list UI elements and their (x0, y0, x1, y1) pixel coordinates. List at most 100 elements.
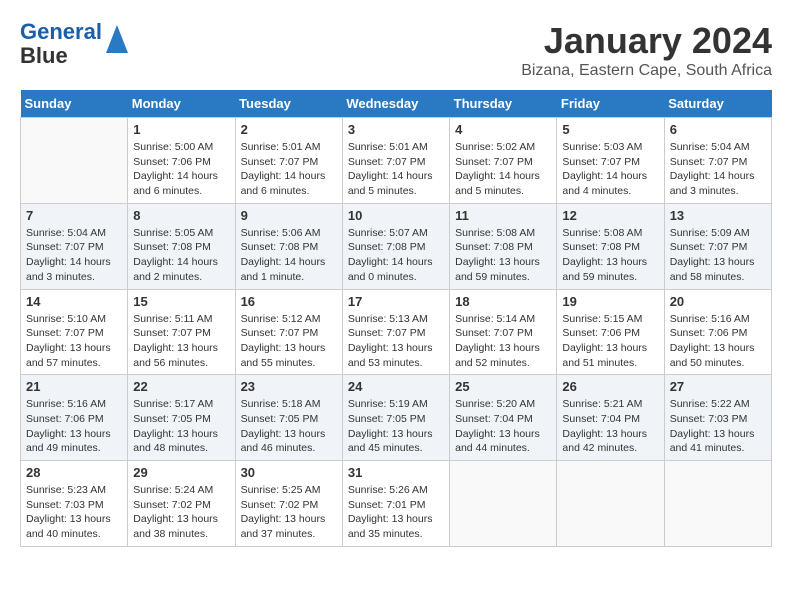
calendar-cell: 25 Sunrise: 5:20 AMSunset: 7:04 PMDayligh… (450, 375, 557, 461)
day-number: 4 (455, 122, 551, 137)
day-info: Sunrise: 5:01 AMSunset: 7:07 PMDaylight:… (348, 140, 444, 199)
calendar-cell: 3Sunrise: 5:01 AMSunset: 7:07 PMDaylight… (342, 118, 449, 204)
calendar-cell: 29 Sunrise: 5:24 AMSunset: 7:02 PMDayligh… (128, 461, 235, 547)
weekday-header-thursday: Thursday (450, 90, 557, 118)
calendar-cell: 26 Sunrise: 5:21 AMSunset: 7:04 PMDayligh… (557, 375, 664, 461)
calendar-cell: 20 Sunrise: 5:16 AMSunset: 7:06 PMDayligh… (664, 289, 771, 375)
day-info: Sunrise: 5:08 AMSunset: 7:08 PMDaylight:… (455, 226, 551, 285)
weekday-header-wednesday: Wednesday (342, 90, 449, 118)
calendar-cell: 4 Sunrise: 5:02 AMSunset: 7:07 PMDaylight… (450, 118, 557, 204)
calendar-table: SundayMondayTuesdayWednesdayThursdayFrid… (20, 90, 772, 547)
day-info: Sunrise: 5:23 AMSunset: 7:03 PMDaylight:… (26, 483, 122, 542)
weekday-header-monday: Monday (128, 90, 235, 118)
calendar-cell: 17Sunrise: 5:13 AMSunset: 7:07 PMDayligh… (342, 289, 449, 375)
day-number: 19 (562, 294, 658, 309)
day-info: Sunrise: 5:18 AMSunset: 7:05 PMDaylight:… (241, 397, 337, 456)
day-number: 13 (670, 208, 766, 223)
day-info: Sunrise: 5:12 AMSunset: 7:07 PMDaylight:… (241, 312, 337, 371)
day-number: 26 (562, 379, 658, 394)
day-number: 7 (26, 208, 122, 223)
calendar-cell: 15Sunrise: 5:11 AMSunset: 7:07 PMDayligh… (128, 289, 235, 375)
day-info: Sunrise: 5:01 AMSunset: 7:07 PMDaylight:… (241, 140, 337, 199)
day-number: 22 (133, 379, 229, 394)
calendar-cell: 16 Sunrise: 5:12 AMSunset: 7:07 PMDayligh… (235, 289, 342, 375)
week-row-2: 7 Sunrise: 5:04 AMSunset: 7:07 PMDaylight… (21, 203, 772, 289)
calendar-cell: 21Sunrise: 5:16 AMSunset: 7:06 PMDayligh… (21, 375, 128, 461)
day-number: 23 (241, 379, 337, 394)
title-area: January 2024 Bizana, Eastern Cape, South… (521, 20, 772, 80)
calendar-cell: 22 Sunrise: 5:17 AMSunset: 7:05 PMDayligh… (128, 375, 235, 461)
week-row-1: 1Sunrise: 5:00 AMSunset: 7:06 PMDaylight… (21, 118, 772, 204)
calendar-cell: 28Sunrise: 5:23 AMSunset: 7:03 PMDayligh… (21, 461, 128, 547)
day-info: Sunrise: 5:15 AMSunset: 7:06 PMDaylight:… (562, 312, 658, 371)
day-info: Sunrise: 5:22 AMSunset: 7:03 PMDaylight:… (670, 397, 766, 456)
day-number: 14 (26, 294, 122, 309)
calendar-cell: 5 Sunrise: 5:03 AMSunset: 7:07 PMDaylight… (557, 118, 664, 204)
day-number: 10 (348, 208, 444, 223)
day-info: Sunrise: 5:19 AMSunset: 7:05 PMDaylight:… (348, 397, 444, 456)
day-number: 27 (670, 379, 766, 394)
calendar-cell: 6 Sunrise: 5:04 AMSunset: 7:07 PMDaylight… (664, 118, 771, 204)
day-number: 12 (562, 208, 658, 223)
day-info: Sunrise: 5:04 AMSunset: 7:07 PMDaylight:… (670, 140, 766, 199)
day-info: Sunrise: 5:21 AMSunset: 7:04 PMDaylight:… (562, 397, 658, 456)
day-number: 18 (455, 294, 551, 309)
day-info: Sunrise: 5:06 AMSunset: 7:08 PMDaylight:… (241, 226, 337, 285)
day-info: Sunrise: 5:04 AMSunset: 7:07 PMDaylight:… (26, 226, 122, 285)
day-number: 17 (348, 294, 444, 309)
day-info: Sunrise: 5:16 AMSunset: 7:06 PMDaylight:… (26, 397, 122, 456)
day-info: Sunrise: 5:11 AMSunset: 7:07 PMDaylight:… (133, 312, 229, 371)
calendar-cell: 10Sunrise: 5:07 AMSunset: 7:08 PMDayligh… (342, 203, 449, 289)
day-info: Sunrise: 5:26 AMSunset: 7:01 PMDaylight:… (348, 483, 444, 542)
logo-icon (106, 25, 128, 53)
calendar-cell: 23 Sunrise: 5:18 AMSunset: 7:05 PMDayligh… (235, 375, 342, 461)
day-info: Sunrise: 5:17 AMSunset: 7:05 PMDaylight:… (133, 397, 229, 456)
calendar-cell: 24Sunrise: 5:19 AMSunset: 7:05 PMDayligh… (342, 375, 449, 461)
logo-text: General Blue (20, 20, 102, 68)
logo: General Blue (20, 20, 128, 68)
day-number: 31 (348, 465, 444, 480)
weekday-header-tuesday: Tuesday (235, 90, 342, 118)
calendar-cell: 19 Sunrise: 5:15 AMSunset: 7:06 PMDayligh… (557, 289, 664, 375)
calendar-cell: 9 Sunrise: 5:06 AMSunset: 7:08 PMDaylight… (235, 203, 342, 289)
calendar-cell: 31 Sunrise: 5:26 AMSunset: 7:01 PMDayligh… (342, 461, 449, 547)
day-number: 11 (455, 208, 551, 223)
day-number: 16 (241, 294, 337, 309)
day-info: Sunrise: 5:09 AMSunset: 7:07 PMDaylight:… (670, 226, 766, 285)
calendar-cell: 27 Sunrise: 5:22 AMSunset: 7:03 PMDayligh… (664, 375, 771, 461)
calendar-cell (450, 461, 557, 547)
day-number: 5 (562, 122, 658, 137)
weekday-header-friday: Friday (557, 90, 664, 118)
weekday-header-row: SundayMondayTuesdayWednesdayThursdayFrid… (21, 90, 772, 118)
calendar-cell: 14 Sunrise: 5:10 AMSunset: 7:07 PMDayligh… (21, 289, 128, 375)
calendar-cell: 8Sunrise: 5:05 AMSunset: 7:08 PMDaylight… (128, 203, 235, 289)
calendar-cell: 1Sunrise: 5:00 AMSunset: 7:06 PMDaylight… (128, 118, 235, 204)
day-number: 2 (241, 122, 337, 137)
calendar-cell: 12 Sunrise: 5:08 AMSunset: 7:08 PMDayligh… (557, 203, 664, 289)
day-info: Sunrise: 5:03 AMSunset: 7:07 PMDaylight:… (562, 140, 658, 199)
weekday-header-sunday: Sunday (21, 90, 128, 118)
day-info: Sunrise: 5:08 AMSunset: 7:08 PMDaylight:… (562, 226, 658, 285)
day-number: 29 (133, 465, 229, 480)
location: Bizana, Eastern Cape, South Africa (521, 62, 772, 80)
calendar-cell: 18Sunrise: 5:14 AMSunset: 7:07 PMDayligh… (450, 289, 557, 375)
day-info: Sunrise: 5:10 AMSunset: 7:07 PMDaylight:… (26, 312, 122, 371)
calendar-cell: 7 Sunrise: 5:04 AMSunset: 7:07 PMDaylight… (21, 203, 128, 289)
calendar-cell (664, 461, 771, 547)
week-row-5: 28Sunrise: 5:23 AMSunset: 7:03 PMDayligh… (21, 461, 772, 547)
day-number: 20 (670, 294, 766, 309)
day-info: Sunrise: 5:16 AMSunset: 7:06 PMDaylight:… (670, 312, 766, 371)
week-row-3: 14 Sunrise: 5:10 AMSunset: 7:07 PMDayligh… (21, 289, 772, 375)
page-header: General Blue January 2024 Bizana, Easter… (20, 20, 772, 80)
day-info: Sunrise: 5:24 AMSunset: 7:02 PMDaylight:… (133, 483, 229, 542)
month-title: January 2024 (521, 20, 772, 62)
day-info: Sunrise: 5:25 AMSunset: 7:02 PMDaylight:… (241, 483, 337, 542)
day-number: 6 (670, 122, 766, 137)
day-info: Sunrise: 5:02 AMSunset: 7:07 PMDaylight:… (455, 140, 551, 199)
day-number: 9 (241, 208, 337, 223)
calendar-cell: 13 Sunrise: 5:09 AMSunset: 7:07 PMDayligh… (664, 203, 771, 289)
day-info: Sunrise: 5:20 AMSunset: 7:04 PMDaylight:… (455, 397, 551, 456)
calendar-cell (557, 461, 664, 547)
day-number: 25 (455, 379, 551, 394)
calendar-cell (21, 118, 128, 204)
